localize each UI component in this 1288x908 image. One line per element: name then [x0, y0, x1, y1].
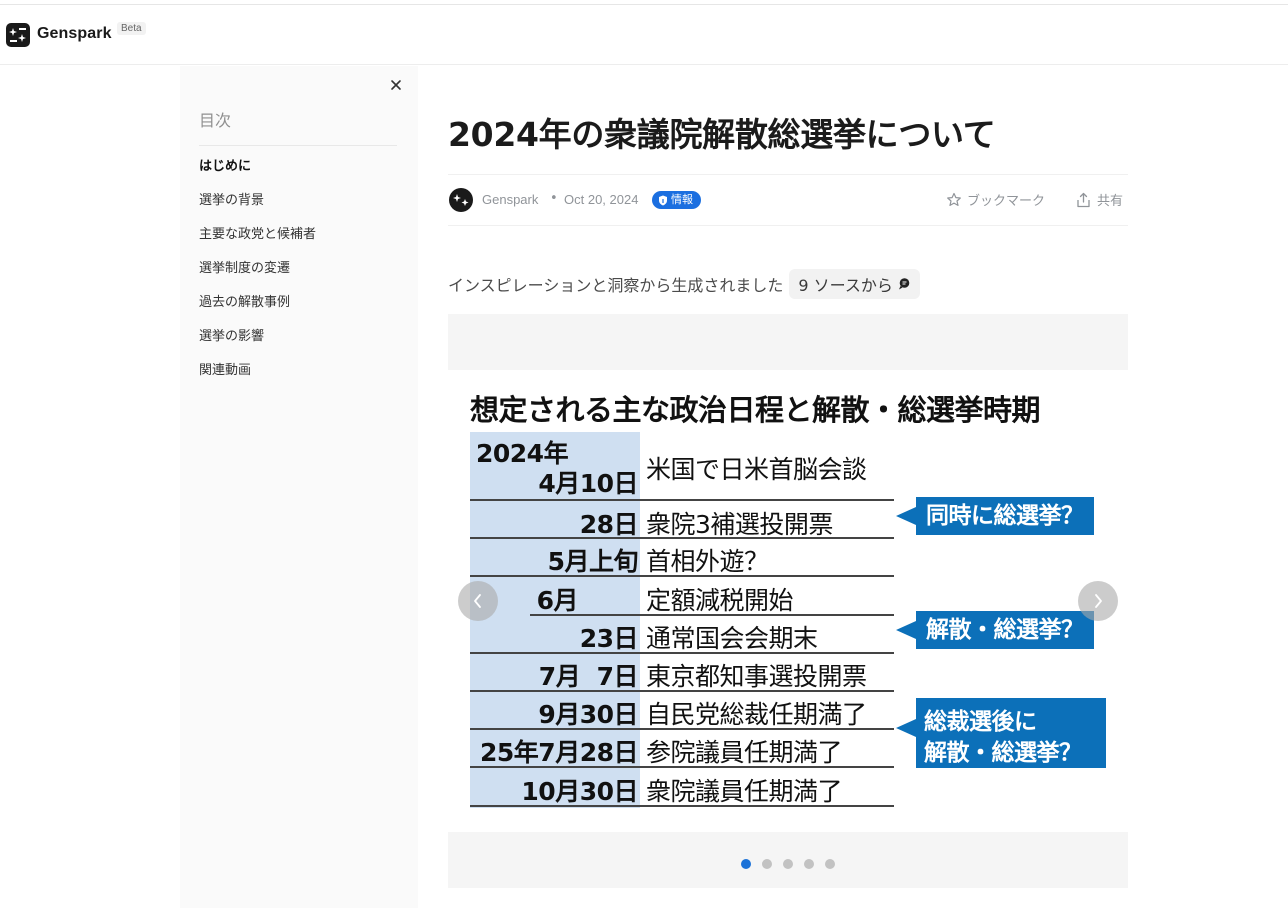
shield-icon: [659, 195, 667, 205]
callout-after-leadership-election: 総裁選後に 解散・総選挙？: [916, 698, 1106, 768]
callout-simultaneous-election: 同時に総選挙？: [916, 497, 1094, 535]
schedule-divider: [470, 652, 894, 654]
close-icon: [391, 80, 401, 90]
publish-date: Oct 20, 2024: [564, 192, 639, 207]
toc-item-introduction[interactable]: はじめに: [199, 158, 316, 192]
toc-title: 目次: [199, 111, 232, 130]
carousel-dot-3[interactable]: [783, 859, 793, 869]
genspark-logo-icon[interactable]: [6, 23, 30, 47]
info-badge-label: 情報: [671, 193, 693, 206]
toc-item-electoral-system[interactable]: 選挙制度の変遷: [199, 260, 316, 294]
schedule-date: 23日: [579, 624, 639, 653]
bookmark-button[interactable]: ブックマーク: [946, 190, 1045, 209]
author-name[interactable]: Genspark: [482, 192, 538, 207]
schedule-event: 衆院3補選投開票: [646, 510, 833, 539]
schedule-divider: [470, 766, 894, 768]
schedule-event: 米国で日米首脳会談: [646, 455, 867, 484]
share-icon: [1077, 192, 1090, 207]
schedule-event: 定額減税開始: [646, 586, 794, 615]
article-title: 2024年の衆議院解散総選挙について: [448, 115, 996, 154]
schedule-event: 通常国会会期末: [646, 624, 818, 653]
share-button[interactable]: 共有: [1076, 190, 1123, 209]
callout-line-1: 総裁選後に: [924, 709, 1037, 735]
toc-item-election-impact[interactable]: 選挙の影響: [199, 328, 316, 362]
sources-chip[interactable]: 9 ソースから: [789, 269, 920, 299]
schedule-event: 自民党総裁任期満了: [646, 700, 867, 729]
toc-item-parties-candidates[interactable]: 主要な政党と候補者: [199, 226, 316, 260]
schedule-event: 首相外遊？: [646, 547, 769, 576]
sources-icon: [898, 278, 910, 290]
bookmark-label: ブックマーク: [967, 194, 1046, 209]
info-badge: 情報: [652, 191, 701, 209]
callout-line-2: 解散・総選挙？: [924, 740, 1082, 766]
schedule-divider: [470, 690, 894, 692]
schedule-divider: [530, 614, 894, 616]
carousel-prev-button[interactable]: [458, 581, 498, 621]
carousel-dot-1[interactable]: [741, 859, 751, 869]
schedule-date: 4月10日: [538, 469, 638, 498]
schedule-divider: [470, 575, 894, 577]
chevron-left-icon: [474, 594, 481, 608]
carousel-dot-5[interactable]: [825, 859, 835, 869]
toc-item-past-dissolutions[interactable]: 過去の解散事例: [199, 294, 316, 328]
callout-arrow: [896, 719, 916, 737]
brand-name[interactable]: Genspark: [37, 25, 112, 43]
meta-divider-top: [448, 174, 1128, 175]
schedule-date: 10月30日: [521, 777, 638, 806]
meta-divider-bottom: [448, 225, 1128, 226]
meta-separator: •: [550, 191, 558, 206]
carousel-slide-schedule[interactable]: 想定される主な政治日程と解散・総選挙時期 2024年 4月10日 米国で日米首脳…: [448, 370, 1128, 832]
carousel-dot-4[interactable]: [804, 859, 814, 869]
toc-item-related-videos[interactable]: 関連動画: [199, 362, 316, 396]
chevron-right-icon: [1095, 594, 1102, 608]
carousel-pagination: [741, 859, 835, 869]
carousel-dot-2[interactable]: [762, 859, 772, 869]
carousel-next-button[interactable]: [1078, 581, 1118, 621]
schedule-date: 25年7月28日: [480, 738, 638, 767]
schedule-divider: [470, 728, 894, 730]
table-of-contents-sidebar: 目次 はじめに 選挙の背景 主要な政党と候補者 選挙制度の変遷 過去の解散事例 …: [180, 66, 418, 908]
share-label: 共有: [1097, 194, 1124, 209]
schedule-event: 衆院議員任期満了: [646, 777, 843, 806]
intro-text: インスピレーションと洞察から生成されました: [448, 276, 784, 295]
callout-arrow: [896, 507, 916, 525]
callout-dissolution: 解散・総選挙？: [916, 611, 1094, 649]
schedule-event: 参院議員任期満了: [646, 738, 843, 767]
schedule-date: 9月30日: [538, 700, 638, 729]
beta-badge: Beta: [117, 22, 146, 35]
schedule-event: 東京都知事選投開票: [646, 662, 867, 691]
schedule-divider: [470, 499, 894, 501]
schedule-divider: [470, 805, 894, 807]
schedule-date: 5月上旬: [547, 547, 639, 576]
image-carousel: 想定される主な政治日程と解散・総選挙時期 2024年 4月10日 米国で日米首脳…: [448, 314, 1128, 888]
toc-list: はじめに 選挙の背景 主要な政党と候補者 選挙制度の変遷 過去の解散事例 選挙の…: [199, 158, 316, 396]
star-icon: [947, 192, 961, 206]
schedule-divider: [470, 537, 894, 539]
schedule-date: 28日: [579, 510, 639, 539]
sources-chip-label: 9 ソースから: [798, 276, 893, 295]
schedule-date: 7月 7日: [538, 662, 639, 691]
toc-item-election-background[interactable]: 選挙の背景: [199, 192, 316, 226]
slide-title: 想定される主な政治日程と解散・総選挙時期: [470, 393, 1041, 427]
app-header: Genspark Beta: [0, 5, 1288, 65]
author-avatar: [449, 188, 473, 212]
intro-line: インスピレーションと洞察から生成されました 9 ソースから: [448, 269, 920, 299]
callout-arrow: [896, 621, 916, 639]
genspark-avatar-icon: [453, 194, 469, 206]
toc-divider: [199, 145, 397, 146]
close-toc-button[interactable]: [388, 77, 404, 93]
